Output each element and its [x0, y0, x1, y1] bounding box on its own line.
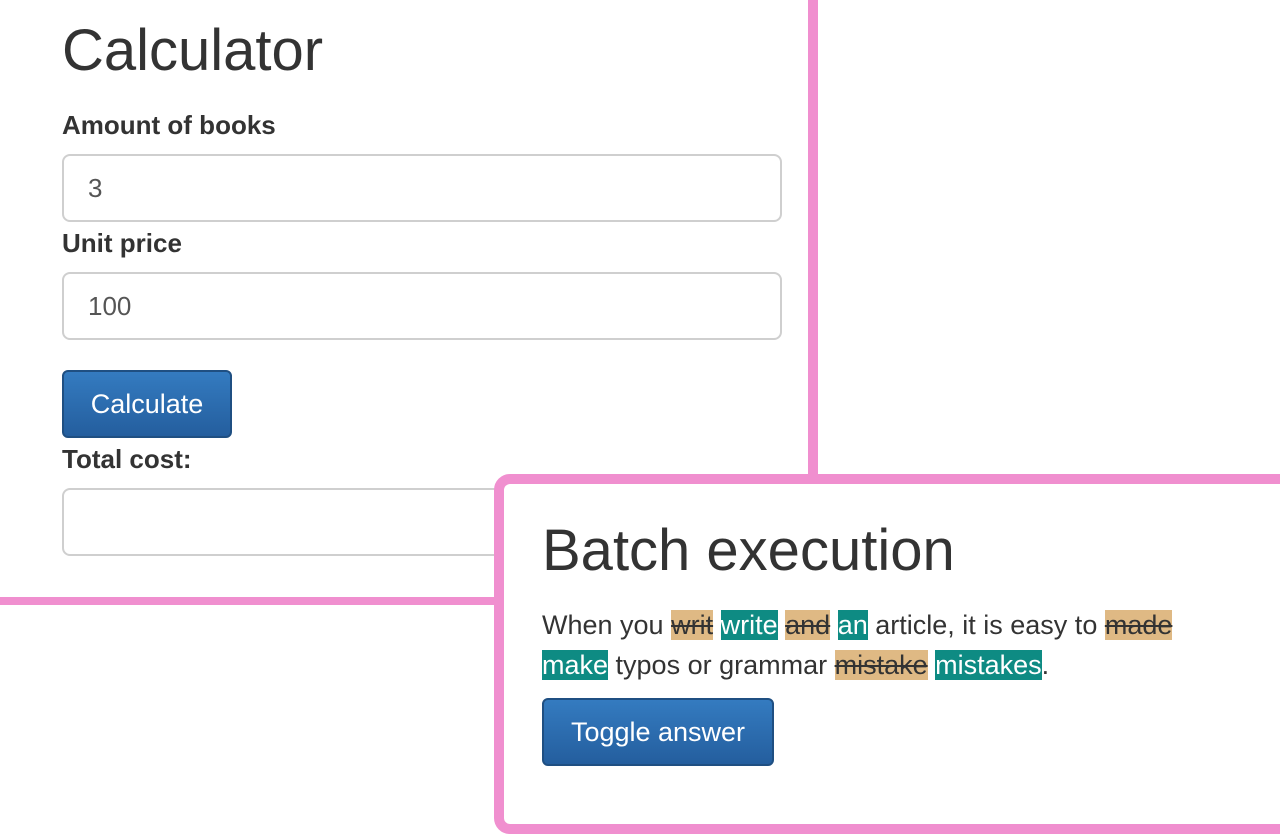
calculate-button[interactable]: Calculate — [62, 370, 232, 438]
inserted-word: an — [837, 610, 868, 640]
sentence-space — [830, 610, 838, 640]
sentence-text: When you — [542, 610, 672, 640]
unit-price-input[interactable] — [62, 272, 782, 340]
corrected-sentence: When you writ write and an article, it i… — [542, 605, 1222, 685]
sentence-space — [778, 610, 786, 640]
inserted-word: write — [720, 610, 778, 640]
batch-execution-title: Batch execution — [542, 518, 955, 583]
unit-price-label: Unit price — [62, 228, 182, 258]
amount-of-books-label: Amount of books — [62, 110, 276, 140]
sentence-text: article, it is easy to — [867, 610, 1105, 640]
sentence-text: . — [1041, 650, 1050, 680]
calculator-panel-border-right — [808, 0, 818, 480]
deleted-word: writ — [671, 610, 714, 640]
sentence-space — [713, 610, 721, 640]
toggle-answer-button[interactable]: Toggle answer — [542, 698, 774, 766]
deleted-word: and — [785, 610, 831, 640]
sentence-text: typos or grammar — [608, 650, 835, 680]
batch-execution-panel: Batch execution When you writ write and … — [494, 474, 1280, 834]
total-cost-label: Total cost: — [62, 444, 192, 474]
amount-of-books-input[interactable] — [62, 154, 782, 222]
inserted-word: mistakes — [935, 650, 1042, 680]
sentence-space — [928, 650, 936, 680]
inserted-word: make — [542, 650, 609, 680]
calculator-title: Calculator — [62, 18, 324, 83]
deleted-word: mistake — [834, 650, 928, 680]
deleted-word: made — [1104, 610, 1173, 640]
